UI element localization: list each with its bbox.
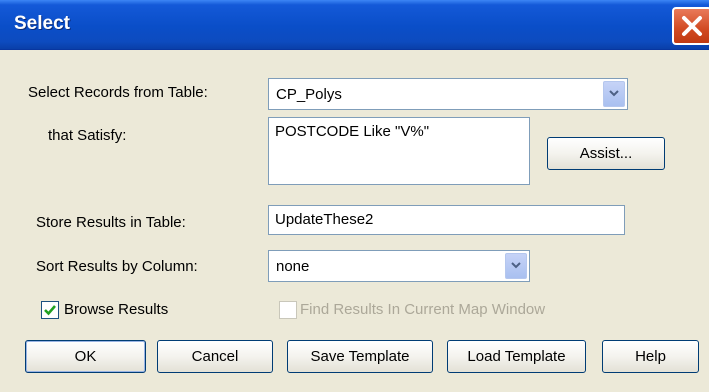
title-bar: Select [0, 0, 709, 50]
close-button[interactable] [672, 7, 709, 45]
store-results-field[interactable]: UpdateThese2 [268, 205, 625, 235]
table-select[interactable]: CP_Polys [268, 78, 628, 110]
find-results-checkbox[interactable] [279, 301, 297, 319]
sort-column-select[interactable]: none [268, 250, 530, 282]
check-icon [44, 305, 56, 316]
find-results-label: Find Results In Current Map Window [300, 301, 546, 318]
condition-field[interactable]: POSTCODE Like "V%" [268, 117, 530, 185]
sort-results-label: Sort Results by Column: [36, 258, 198, 275]
browse-results-label: Browse Results [64, 301, 169, 318]
chevron-down-icon [511, 262, 521, 269]
store-results-label: Store Results in Table: [36, 214, 186, 231]
sort-column-dropdown-button[interactable] [505, 253, 527, 279]
dialog-body: Select Records from Table: CP_Polys that… [0, 51, 709, 392]
save-template-button[interactable]: Save Template [287, 340, 433, 373]
cancel-button[interactable]: Cancel [157, 340, 273, 373]
chevron-down-icon [609, 90, 619, 97]
store-results-value: UpdateThese2 [275, 211, 374, 228]
table-select-dropdown-button[interactable] [603, 81, 625, 107]
select-records-label: Select Records from Table: [28, 84, 208, 101]
window-title: Select [14, 13, 70, 34]
sort-column-value: none [276, 258, 310, 275]
browse-results-checkbox[interactable] [41, 301, 59, 319]
condition-value: POSTCODE Like "V%" [275, 123, 430, 140]
load-template-button[interactable]: Load Template [447, 340, 586, 373]
ok-button[interactable]: OK [25, 340, 146, 373]
close-icon [682, 16, 702, 36]
table-select-value: CP_Polys [276, 86, 342, 103]
that-satisfy-label: that Satisfy: [48, 127, 127, 144]
help-button[interactable]: Help [602, 340, 699, 373]
assist-button[interactable]: Assist... [547, 137, 665, 170]
